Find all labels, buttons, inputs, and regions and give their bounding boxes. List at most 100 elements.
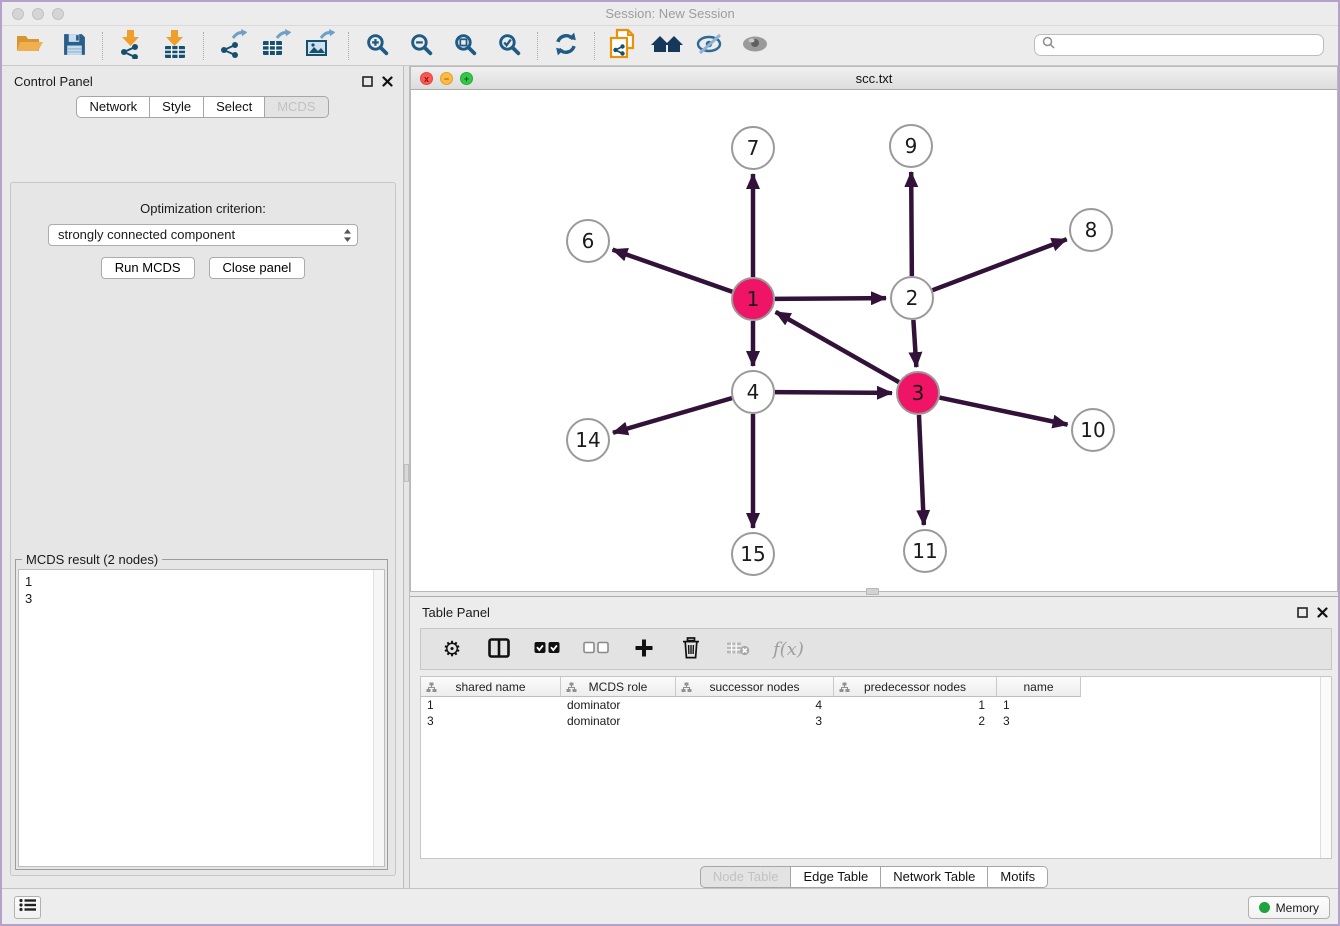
column-header-shared-name[interactable]: shared name: [421, 677, 561, 697]
export-network-button[interactable]: [210, 29, 254, 63]
export-image-icon: [305, 29, 335, 62]
run-mcds-button[interactable]: Run MCDS: [101, 257, 195, 279]
search-input[interactable]: [1059, 38, 1323, 52]
table-cell[interactable]: 1: [421, 697, 561, 713]
node-10[interactable]: 10: [1072, 409, 1114, 451]
window-title: Session: New Session: [2, 6, 1338, 21]
show-all-button[interactable]: [733, 29, 777, 63]
deselect-all-columns-button[interactable]: [583, 634, 609, 664]
save-session-button[interactable]: [52, 29, 96, 63]
edge-2-3[interactable]: [913, 320, 916, 367]
criterion-select[interactable]: strongly connected component: [48, 224, 358, 246]
zoom-in-button[interactable]: [355, 29, 399, 63]
import-table-button[interactable]: [153, 29, 197, 63]
close-panel-button[interactable]: Close panel: [209, 257, 306, 279]
edge-2-9[interactable]: [911, 172, 912, 276]
show-all-icon: [740, 33, 770, 58]
zoom-selected-button[interactable]: [487, 29, 531, 63]
node-14[interactable]: 14: [567, 419, 609, 461]
table-tab-edge-table[interactable]: Edge Table: [791, 866, 881, 888]
node-9[interactable]: 9: [890, 125, 932, 167]
network-canvas[interactable]: 1 2 3 4 6 7 8 9 10 11 14 15: [411, 90, 1337, 591]
tab-select[interactable]: Select: [204, 96, 265, 118]
edge-4-3[interactable]: [775, 392, 892, 393]
node-4[interactable]: 4: [732, 371, 774, 413]
table-cell[interactable]: 4: [676, 697, 834, 713]
node-11[interactable]: 11: [904, 530, 946, 572]
delete-column-button[interactable]: [679, 634, 703, 664]
table-tab-motifs[interactable]: Motifs: [988, 866, 1048, 888]
column-header-successor-nodes[interactable]: successor nodes: [676, 677, 834, 697]
node-15[interactable]: 15: [732, 533, 774, 575]
table-cell[interactable]: 2: [834, 713, 997, 729]
tab-style[interactable]: Style: [150, 96, 204, 118]
export-image-button[interactable]: [298, 29, 342, 63]
column-header-predecessor-nodes[interactable]: predecessor nodes: [834, 677, 997, 697]
table-tab-node-table[interactable]: Node Table: [700, 866, 792, 888]
column-label: MCDS role: [589, 680, 648, 694]
node-1[interactable]: 1: [732, 278, 774, 320]
mcds-result-textarea[interactable]: 1 3: [18, 569, 385, 867]
float-table-panel-icon[interactable]: [1297, 605, 1308, 623]
table-cell[interactable]: 3: [676, 713, 834, 729]
zoom-out-icon: [409, 32, 434, 60]
import-network-button[interactable]: [109, 29, 153, 63]
refresh-button[interactable]: [544, 29, 588, 63]
tab-mcds[interactable]: MCDS: [265, 96, 328, 118]
select-all-columns-button[interactable]: [534, 634, 560, 664]
column-header-name[interactable]: name: [997, 677, 1081, 697]
copy-networks-button[interactable]: [601, 29, 645, 63]
table-row[interactable]: 3dominator323: [421, 713, 1331, 729]
column-settings-button[interactable]: ⚙: [440, 634, 464, 664]
zoom-fit-button[interactable]: [443, 29, 487, 63]
home-icon: [650, 31, 684, 60]
edge-1-6[interactable]: [613, 250, 733, 292]
table-cell[interactable]: dominator: [561, 713, 676, 729]
zoom-out-button[interactable]: [399, 29, 443, 63]
hide-unselected-button[interactable]: [689, 29, 733, 63]
close-panel-icon[interactable]: [382, 74, 393, 92]
edge-3-10[interactable]: [940, 398, 1068, 425]
result-scrollbar[interactable]: [373, 570, 384, 866]
node-2[interactable]: 2: [891, 277, 933, 319]
table-cell[interactable]: dominator: [561, 697, 676, 713]
home-button[interactable]: [645, 29, 689, 63]
select-all-columns-icon: [534, 641, 560, 657]
edge-3-11[interactable]: [919, 415, 924, 525]
search-field[interactable]: [1034, 34, 1324, 56]
open-file-button[interactable]: [8, 29, 52, 63]
table-cell[interactable]: 3: [421, 713, 561, 729]
task-console-button[interactable]: [14, 896, 41, 919]
control-panel-tabs: NetworkStyleSelectMCDS: [2, 96, 403, 118]
delete-column-icon: [682, 637, 700, 662]
export-table-button[interactable]: [254, 29, 298, 63]
vertical-splitter[interactable]: [403, 66, 410, 888]
table-row[interactable]: 1dominator411: [421, 697, 1331, 713]
table-cell[interactable]: 1: [834, 697, 997, 713]
memory-button[interactable]: Memory: [1248, 896, 1330, 919]
node-6[interactable]: 6: [567, 220, 609, 262]
add-column-button[interactable]: [632, 634, 656, 664]
node-8[interactable]: 8: [1070, 209, 1112, 251]
node-3[interactable]: 3: [897, 372, 939, 414]
edge-2-8[interactable]: [933, 239, 1067, 290]
edge-3-1[interactable]: [776, 312, 899, 382]
table-scrollbar[interactable]: [1320, 677, 1331, 858]
delete-table-icon: [726, 640, 750, 659]
edge-1-2[interactable]: [775, 298, 886, 299]
export-network-icon: [217, 29, 247, 62]
splitter-grip[interactable]: [404, 464, 409, 482]
table-tab-network-table[interactable]: Network Table: [881, 866, 988, 888]
table-cell[interactable]: 3: [997, 713, 1081, 729]
table-cell[interactable]: 1: [997, 697, 1081, 713]
split-panel-button[interactable]: [487, 634, 511, 664]
node-7[interactable]: 7: [732, 127, 774, 169]
close-table-panel-icon[interactable]: [1317, 605, 1328, 623]
node-label: 4: [747, 380, 760, 404]
edge-4-14[interactable]: [613, 398, 732, 433]
tab-network[interactable]: Network: [76, 96, 150, 118]
float-panel-icon[interactable]: [362, 74, 373, 92]
toolbar-separator: [594, 32, 595, 60]
network-resize-grip[interactable]: [866, 588, 879, 595]
column-header-MCDS-role[interactable]: MCDS role: [561, 677, 676, 697]
